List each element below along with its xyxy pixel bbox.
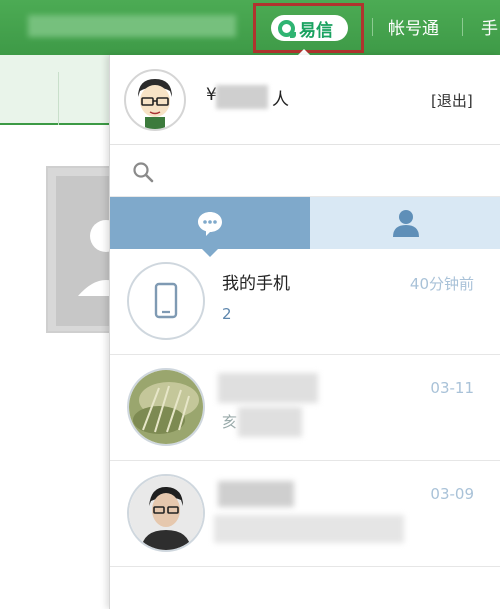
conversation-preview: 2 <box>222 305 232 323</box>
blurred-title <box>28 15 236 37</box>
background-avatar <box>56 176 134 326</box>
conversation-avatar <box>127 474 205 552</box>
search-input[interactable] <box>162 155 482 187</box>
yixin-dropdown-panel: ¥ 人 [退出] 我的手机 2 40分钟前 亥 03-11 03-09 <box>109 55 500 609</box>
chat-bubble-icon <box>198 212 222 236</box>
conversation-avatar <box>127 262 205 340</box>
yixin-label: 易信 <box>299 20 333 41</box>
tab-contacts[interactable] <box>310 197 500 249</box>
conversation-item[interactable]: 我的手机 2 40分钟前 <box>110 249 500 355</box>
background-divider <box>58 72 59 125</box>
conversation-time: 03-11 <box>430 379 474 397</box>
user-name-suffix: 人 <box>272 90 289 110</box>
person-photo-icon <box>129 476 203 550</box>
yixin-button[interactable]: 易信 <box>271 15 348 41</box>
blurred-contact-name <box>218 481 294 507</box>
background-profile-card <box>46 166 134 333</box>
blurred-message-preview <box>238 407 302 437</box>
conversation-avatar <box>127 368 205 446</box>
contact-person-icon <box>392 210 419 237</box>
conversation-time: 40分钟前 <box>409 275 474 293</box>
conversation-item[interactable]: 03-09 <box>110 461 500 567</box>
mobile-link[interactable]: 手 <box>481 14 498 39</box>
conversation-preview: 亥 <box>222 413 238 431</box>
user-avatar[interactable] <box>124 69 186 131</box>
user-profile-row: ¥ 人 [退出] <box>110 55 500 145</box>
header-divider <box>372 18 373 36</box>
conversation-item[interactable]: 亥 03-11 <box>110 355 500 461</box>
tab-chat[interactable] <box>110 197 310 249</box>
conversation-time: 03-09 <box>430 485 474 503</box>
cartoon-avatar-icon <box>138 79 172 129</box>
conversation-name: 我的手机 <box>222 274 290 294</box>
person-silhouette-icon <box>78 220 134 296</box>
user-name-blurred <box>216 85 268 109</box>
header-divider <box>462 18 463 36</box>
highlight-box: 易信 <box>253 3 364 53</box>
logout-link[interactable]: [退出] <box>431 90 473 111</box>
account-link[interactable]: 帐号通 <box>388 14 439 39</box>
yixin-logo-icon <box>278 19 296 38</box>
phone-icon <box>154 282 178 319</box>
search-icon <box>133 162 154 183</box>
plant-photo-icon <box>129 370 203 444</box>
blurred-message-preview <box>214 515 404 543</box>
background-subnav <box>0 55 110 125</box>
top-header: 易信 帐号通 手 <box>0 0 500 55</box>
search-bar <box>110 145 500 197</box>
panel-tabs <box>110 197 500 257</box>
blurred-contact-name <box>218 373 318 403</box>
